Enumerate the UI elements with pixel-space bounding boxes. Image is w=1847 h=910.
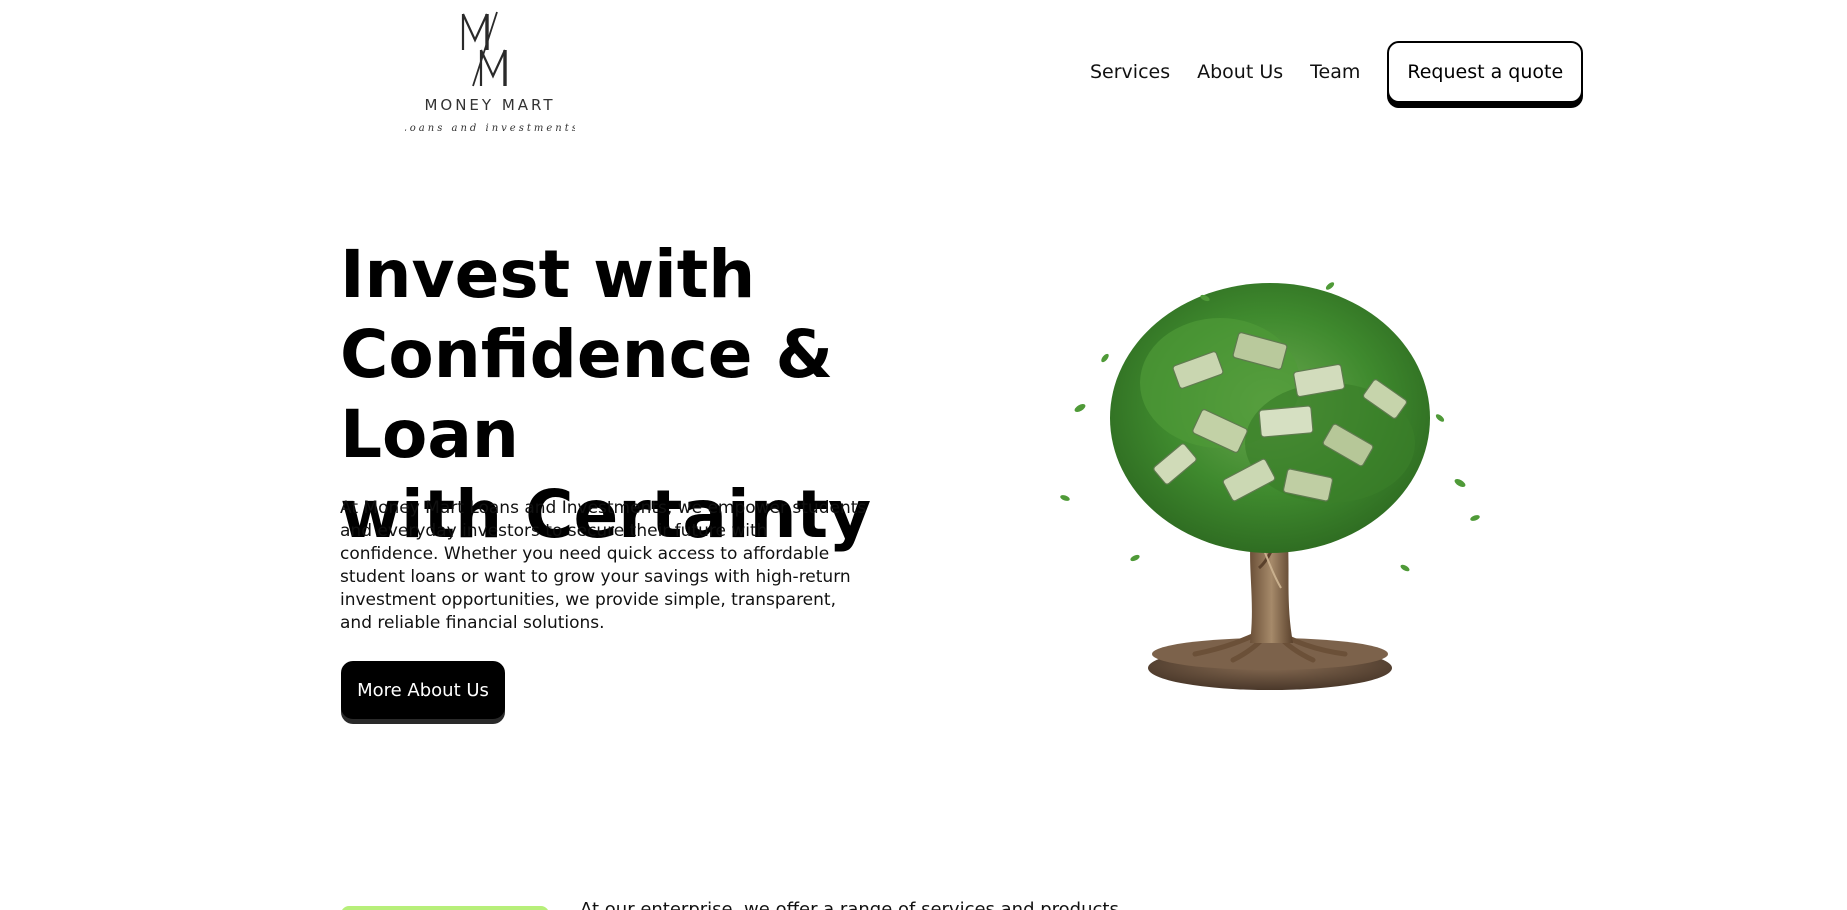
request-quote-button[interactable]: Request a quote — [1387, 41, 1584, 103]
main-nav: Services About Us Team Request a quote — [1090, 41, 1584, 103]
section-badge — [341, 906, 549, 910]
brand-tagline: Loans and investments — [405, 123, 575, 134]
money-tree-icon — [1060, 282, 1480, 690]
brand-logo[interactable]: MONEY MART Loans and investments — [399, 6, 577, 136]
hero-title-line-2: Confidence & Loan — [340, 316, 834, 473]
money-mart-logo-icon: MONEY MART Loans and investments — [399, 11, 577, 134]
hero-title-line-1: Invest with — [340, 236, 756, 313]
money-tree-image — [1045, 268, 1495, 693]
nav-link-services[interactable]: Services — [1090, 61, 1170, 83]
more-about-us-button[interactable]: More About Us — [341, 661, 505, 719]
hero-description: At Money Mart Loans and Investments, we … — [340, 498, 867, 633]
page: MONEY MART Loans and investments Service… — [0, 0, 1847, 910]
nav-link-about-us[interactable]: About Us — [1197, 61, 1283, 83]
brand-name: MONEY MART — [424, 96, 555, 114]
nav-link-team[interactable]: Team — [1310, 61, 1360, 83]
services-intro-text: At our enterprise, we offer a range of s… — [580, 899, 1119, 910]
